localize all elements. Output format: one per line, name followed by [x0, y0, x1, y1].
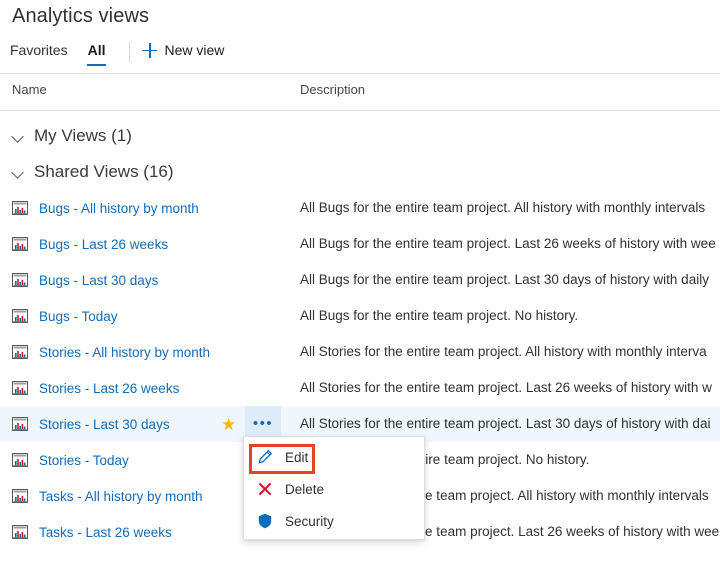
- group-header-shared-views[interactable]: Shared Views (16): [0, 154, 720, 190]
- column-header-row: Name Description: [0, 82, 720, 108]
- view-name-link[interactable]: Tasks - All history by month: [39, 489, 203, 504]
- view-name-link[interactable]: Bugs - Last 26 weeks: [39, 237, 168, 252]
- chart-view-icon: [12, 525, 28, 539]
- chart-view-icon: [12, 273, 28, 287]
- chart-view-icon: [12, 309, 28, 323]
- chevron-down-icon[interactable]: [12, 165, 26, 179]
- view-description: All Bugs for the entire team project. Al…: [300, 200, 706, 215]
- column-header-description: Description: [300, 82, 366, 97]
- context-menu[interactable]: Edit Delete Security: [243, 436, 425, 540]
- menu-item-delete[interactable]: Delete: [244, 473, 424, 505]
- view-description: All Stories for the entire team project.…: [300, 380, 712, 395]
- chart-view-icon: [12, 453, 28, 467]
- chart-view-icon: [12, 201, 28, 215]
- menu-item-label: Edit: [285, 449, 309, 465]
- table-row[interactable]: Bugs - Last 30 days All Bugs for the enti…: [0, 262, 720, 298]
- toolbar-divider: [129, 42, 131, 62]
- new-view-label: New view: [164, 42, 225, 58]
- table-row[interactable]: Bugs - Today All Bugs for the entire team…: [0, 298, 720, 334]
- chart-view-icon: [12, 381, 28, 395]
- menu-item-label: Security: [285, 513, 334, 529]
- menu-item-label: Delete: [285, 481, 325, 497]
- tab-strip: Favorites All New view: [0, 40, 720, 73]
- chart-view-icon: [12, 237, 28, 251]
- table-row[interactable]: Stories - Last 26 weeks All Stories for t…: [0, 370, 720, 406]
- plus-icon: [142, 42, 158, 58]
- tab-all[interactable]: All: [78, 40, 116, 66]
- view-name-link[interactable]: Stories - Today: [39, 453, 129, 468]
- tab-favorites[interactable]: Favorites: [0, 40, 78, 66]
- favorite-star-icon[interactable]: ★: [221, 416, 238, 433]
- view-name-link[interactable]: Bugs - Today: [39, 309, 118, 324]
- page-title: Analytics views: [12, 5, 150, 27]
- chart-view-icon: [12, 417, 28, 431]
- chart-view-icon: [12, 345, 28, 359]
- view-description: All Bugs for the entire team project. La…: [300, 236, 716, 251]
- table-row[interactable]: Bugs - All history by month All Bugs for …: [0, 190, 720, 226]
- view-name-link[interactable]: Stories - Last 30 days: [39, 417, 170, 432]
- column-header-name: Name: [12, 82, 47, 97]
- ellipsis-icon: •••: [252, 415, 274, 432]
- view-description: All Stories for the entire team project.…: [300, 416, 711, 431]
- analytics-views-page: Analytics views Favorites All New view N…: [0, 0, 720, 588]
- new-view-button[interactable]: New view: [142, 40, 224, 58]
- table-row[interactable]: Bugs - Last 26 weeks All Bugs for the ent…: [0, 226, 720, 262]
- close-x-icon: [256, 480, 274, 498]
- menu-item-edit[interactable]: Edit: [244, 441, 424, 473]
- view-name-link[interactable]: Stories - All history by month: [39, 345, 210, 360]
- pencil-icon: [256, 448, 274, 466]
- group-header-my-views[interactable]: My Views (1): [0, 118, 720, 154]
- chevron-down-icon[interactable]: [12, 129, 26, 143]
- table-row[interactable]: Stories - All history by month All Storie…: [0, 334, 720, 370]
- group-header-label: Shared Views (16): [34, 162, 174, 181]
- view-name-link[interactable]: Bugs - All history by month: [39, 201, 199, 216]
- group-header-label: My Views (1): [34, 126, 132, 145]
- chart-view-icon: [12, 489, 28, 503]
- view-name-link[interactable]: Stories - Last 26 weeks: [39, 381, 179, 396]
- view-description: All Bugs for the entire team project. No…: [300, 308, 579, 323]
- view-name-link[interactable]: Bugs - Last 30 days: [39, 273, 158, 288]
- view-description: All Bugs for the entire team project. La…: [300, 272, 709, 287]
- view-name-link[interactable]: Tasks - Last 26 weeks: [39, 525, 172, 540]
- toolbar-bottom-divider: [0, 73, 720, 74]
- menu-item-security[interactable]: Security: [244, 505, 424, 537]
- view-description: All Stories for the entire team project.…: [300, 344, 707, 359]
- shield-icon: [256, 512, 274, 530]
- header-bottom-divider: [0, 110, 720, 111]
